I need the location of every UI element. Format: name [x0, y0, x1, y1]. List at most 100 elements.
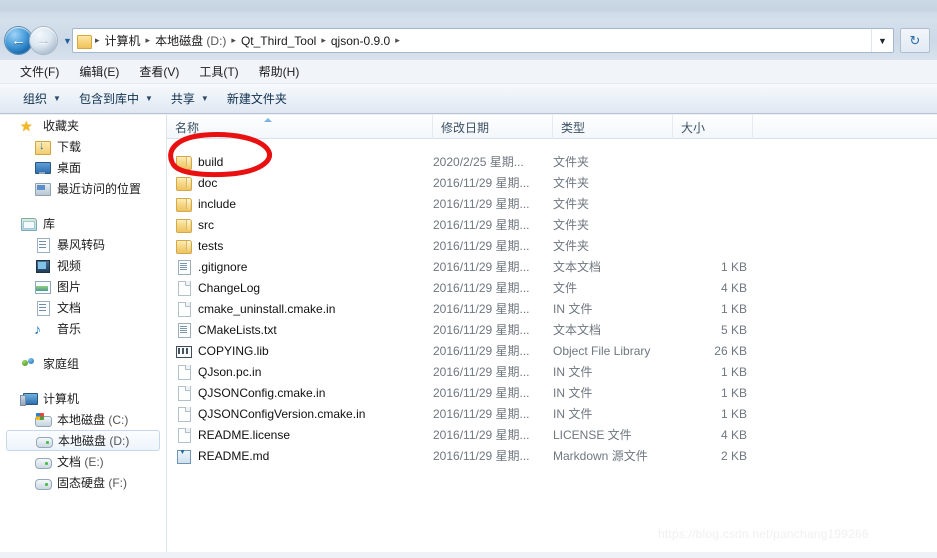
baofeng-icon — [34, 237, 52, 253]
file-date-cell: 2016/11/29 星期... — [433, 428, 530, 442]
sidebar-item-computer[interactable]: 计算机 — [0, 388, 166, 409]
sidebar-item-pictures[interactable]: 图片 — [0, 276, 166, 297]
column-header-type[interactable]: 类型 — [553, 115, 673, 139]
file-name-cell: QJSONConfigVersion.cmake.in — [175, 406, 365, 422]
table-row[interactable]: README.license 2016/11/29 星期... LICENSE … — [167, 424, 937, 445]
file-name-cell: README.md — [175, 448, 269, 464]
table-row[interactable]: tests 2016/11/29 星期... 文件夹 — [167, 235, 937, 256]
folder-icon — [175, 238, 192, 254]
drive-c-icon — [34, 412, 52, 428]
table-row[interactable]: include 2016/11/29 星期... 文件夹 — [167, 193, 937, 214]
file-date-cell: 2016/11/29 星期... — [433, 323, 530, 337]
sidebar-label-videos: 视频 — [57, 259, 82, 273]
file-size-cell: 1 KB — [720, 259, 747, 274]
pictures-icon — [34, 279, 52, 295]
table-row[interactable]: build 2020/2/25 星期... 文件夹 — [167, 151, 937, 172]
file-size-cell: 4 KB — [720, 280, 747, 295]
sidebar-item-drive-c[interactable]: 本地磁盘 (C:) — [0, 409, 166, 430]
sidebar-item-videos[interactable]: 视频 — [0, 255, 166, 276]
videos-icon — [34, 258, 52, 274]
sidebar-item-drive-d[interactable]: 本地磁盘 (D:) — [6, 430, 160, 451]
text-file-icon — [175, 259, 192, 275]
nav-group-computer: 计算机 本地磁盘 (C:) 本地磁盘 (D:) 文档 (E:) 固态硬盘 (F:… — [0, 388, 166, 493]
column-header-size[interactable]: 大小 — [673, 115, 753, 139]
sidebar-item-homegroup[interactable]: 家庭组 — [0, 353, 166, 374]
table-row[interactable]: cmake_uninstall.cmake.in 2016/11/29 星期..… — [167, 298, 937, 319]
file-date-cell: 2016/11/29 星期... — [433, 176, 530, 190]
include-in-library-button[interactable]: 包含到库中 ▼ — [70, 87, 162, 110]
table-row[interactable]: COPYING.lib 2016/11/29 星期... Object File… — [167, 340, 937, 361]
column-header-date-modified[interactable]: 修改日期 — [433, 115, 553, 139]
sidebar-label-drive-f: 固态硬盘 (F:) — [57, 476, 128, 490]
file-name-cell: .gitignore — [175, 259, 247, 275]
nav-group-libraries: 库 暴风转码 视频 图片 文档 ♪ 音乐 — [0, 213, 166, 339]
refresh-button[interactable]: ↻ — [900, 28, 930, 53]
sort-ascending-icon — [264, 118, 272, 122]
table-row[interactable]: src 2016/11/29 星期... 文件夹 — [167, 214, 937, 235]
table-row[interactable]: QJSONConfigVersion.cmake.in 2016/11/29 星… — [167, 403, 937, 424]
desktop-icon — [34, 160, 52, 176]
sidebar-item-desktop[interactable]: 桌面 — [0, 157, 166, 178]
breadcrumb-bar[interactable]: ▸ 计算机 ▸ 本地磁盘 (D:) ▸ Qt_Third_Tool ▸ qjso… — [72, 28, 894, 53]
folder-icon — [175, 154, 192, 170]
file-size-cell: 1 KB — [720, 301, 747, 316]
file-date-cell: 2016/11/29 星期... — [433, 386, 530, 400]
breadcrumb-item-qt-third-tool[interactable]: Qt_Third_Tool — [237, 33, 320, 49]
table-row[interactable]: doc 2016/11/29 星期... 文件夹 — [167, 172, 937, 193]
folder-icon — [175, 175, 192, 191]
sidebar-item-drive-f[interactable]: 固态硬盘 (F:) — [0, 472, 166, 493]
forward-button[interactable]: → — [30, 27, 57, 54]
file-type-cell: 文件夹 — [553, 176, 590, 190]
table-row[interactable]: ChangeLog 2016/11/29 星期... 文件 4 KB — [167, 277, 937, 298]
sidebar-label-libraries: 库 — [43, 217, 56, 231]
navigation-buttons: ← → ▼ — [5, 27, 74, 54]
new-folder-button[interactable]: 新建文件夹 — [218, 87, 296, 110]
breadcrumb-item-qjson[interactable]: qjson-0.9.0 — [327, 33, 394, 49]
sidebar-label-drive-d: 本地磁盘 (D:) — [58, 434, 130, 448]
folder-icon — [175, 217, 192, 233]
menu-edit[interactable]: 编辑(E) — [69, 61, 129, 82]
sidebar-item-music[interactable]: ♪ 音乐 — [0, 318, 166, 339]
menu-help[interactable]: 帮助(H) — [249, 61, 310, 82]
sidebar-item-documents[interactable]: 文档 — [0, 297, 166, 318]
file-list-pane: 名称 修改日期 类型 大小 build 2020/2/25 星期... 文件夹 … — [167, 115, 937, 558]
sidebar-item-baofeng[interactable]: 暴风转码 — [0, 234, 166, 255]
file-size-cell: 1 KB — [720, 364, 747, 379]
folder-icon — [175, 196, 192, 212]
share-button[interactable]: 共享 ▼ — [162, 87, 218, 110]
drive-icon — [35, 433, 53, 449]
markdown-file-icon — [175, 448, 192, 464]
table-row[interactable]: CMakeLists.txt 2016/11/29 星期... 文本文档 5 K… — [167, 319, 937, 340]
sidebar-item-favorites[interactable]: ★ 收藏夹 — [0, 115, 166, 136]
music-icon: ♪ — [34, 320, 41, 337]
table-row[interactable]: QJSONConfig.cmake.in 2016/11/29 星期... IN… — [167, 382, 937, 403]
chevron-down-icon: ▼ — [53, 94, 61, 103]
organize-button[interactable]: 组织 ▼ — [14, 87, 70, 110]
sidebar-item-libraries[interactable]: 库 — [0, 213, 166, 234]
menu-tools[interactable]: 工具(T) — [189, 61, 248, 82]
back-button[interactable]: ← — [5, 27, 32, 54]
table-row[interactable]: README.md 2016/11/29 星期... Markdown 源文件 … — [167, 445, 937, 466]
table-row[interactable]: .gitignore 2016/11/29 星期... 文本文档 1 KB — [167, 256, 937, 277]
sidebar-item-recent-places[interactable]: 最近访问的位置 — [0, 178, 166, 199]
sidebar-item-downloads[interactable]: 下载 — [0, 136, 166, 157]
file-date-cell: 2016/11/29 星期... — [433, 365, 530, 379]
file-rows: build 2020/2/25 星期... 文件夹 doc 2016/11/29… — [167, 151, 937, 466]
breadcrumb-dropdown-icon[interactable]: ▼ — [871, 29, 893, 52]
menu-bar: 文件(F) 编辑(E) 查看(V) 工具(T) 帮助(H) — [0, 60, 937, 84]
documents-icon — [34, 300, 52, 316]
generic-file-icon — [175, 385, 192, 401]
nav-group-homegroup: 家庭组 — [0, 353, 166, 374]
column-header-name[interactable]: 名称 — [167, 115, 433, 139]
menu-view[interactable]: 查看(V) — [129, 61, 189, 82]
file-name-cell: CMakeLists.txt — [175, 322, 277, 338]
sidebar-item-drive-e[interactable]: 文档 (E:) — [0, 451, 166, 472]
table-row[interactable]: QJson.pc.in 2016/11/29 星期... IN 文件 1 KB — [167, 361, 937, 382]
breadcrumb-item-computer[interactable]: 计算机 — [101, 31, 145, 50]
library-file-icon — [175, 343, 192, 359]
menu-file[interactable]: 文件(F) — [10, 61, 69, 82]
file-name-cell: doc — [175, 175, 217, 191]
drive-icon — [34, 454, 52, 470]
explorer-window: ← → ▼ ▸ 计算机 ▸ 本地磁盘 (D:) ▸ Qt_Third_Tool … — [0, 0, 937, 558]
breadcrumb-item-local-disk-d[interactable]: 本地磁盘 (D:) — [151, 31, 230, 50]
